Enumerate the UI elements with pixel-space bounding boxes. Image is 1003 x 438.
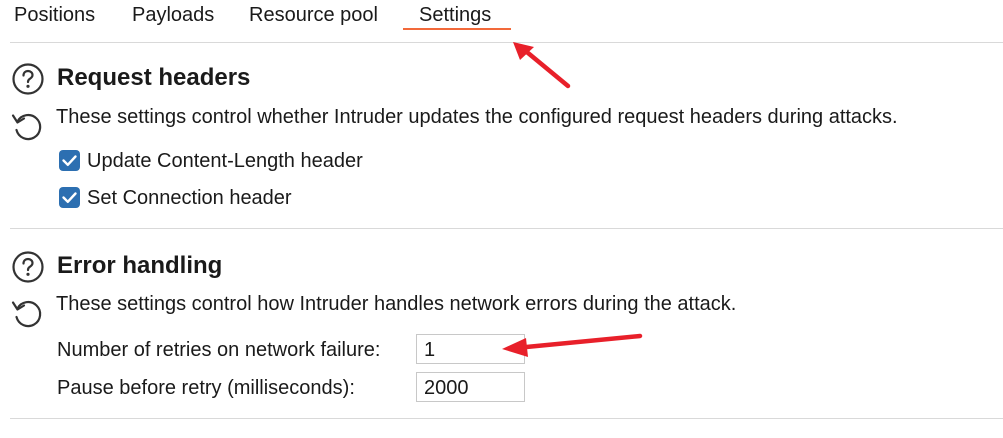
tab-payloads[interactable]: Payloads xyxy=(132,2,214,28)
error-handling-description: These settings control how Intruder hand… xyxy=(56,293,737,315)
request-headers-description: These settings control whether Intruder … xyxy=(56,106,898,128)
set-connection-checkbox[interactable] xyxy=(59,187,80,208)
tab-positions[interactable]: Positions xyxy=(14,2,95,28)
active-tab-indicator xyxy=(403,28,511,30)
checkmark-icon xyxy=(62,192,77,203)
reset-icon[interactable] xyxy=(10,296,44,330)
checkmark-icon xyxy=(62,155,77,166)
divider xyxy=(10,418,1003,419)
divider xyxy=(10,228,1003,229)
tab-settings[interactable]: Settings xyxy=(419,2,491,28)
help-circle-icon[interactable] xyxy=(11,250,45,284)
request-headers-title: Request headers xyxy=(57,64,251,91)
help-circle-icon[interactable] xyxy=(11,62,45,96)
error-handling-title: Error handling xyxy=(57,252,223,279)
pause-input[interactable]: 2000 xyxy=(416,372,525,402)
reset-icon[interactable] xyxy=(10,109,44,143)
retries-label: Number of retries on network failure: xyxy=(57,339,381,361)
tab-resource-pool[interactable]: Resource pool xyxy=(249,2,378,28)
red-arrow-icon xyxy=(513,42,571,89)
retries-input[interactable]: 1 xyxy=(416,334,525,364)
set-connection-label[interactable]: Set Connection header xyxy=(87,185,292,211)
tab-bar: Positions Payloads Resource pool Setting… xyxy=(0,0,1003,34)
update-content-length-checkbox[interactable] xyxy=(59,150,80,171)
update-content-length-label[interactable]: Update Content-Length header xyxy=(87,148,363,174)
divider xyxy=(10,42,1003,43)
pause-label: Pause before retry (milliseconds): xyxy=(57,377,355,399)
